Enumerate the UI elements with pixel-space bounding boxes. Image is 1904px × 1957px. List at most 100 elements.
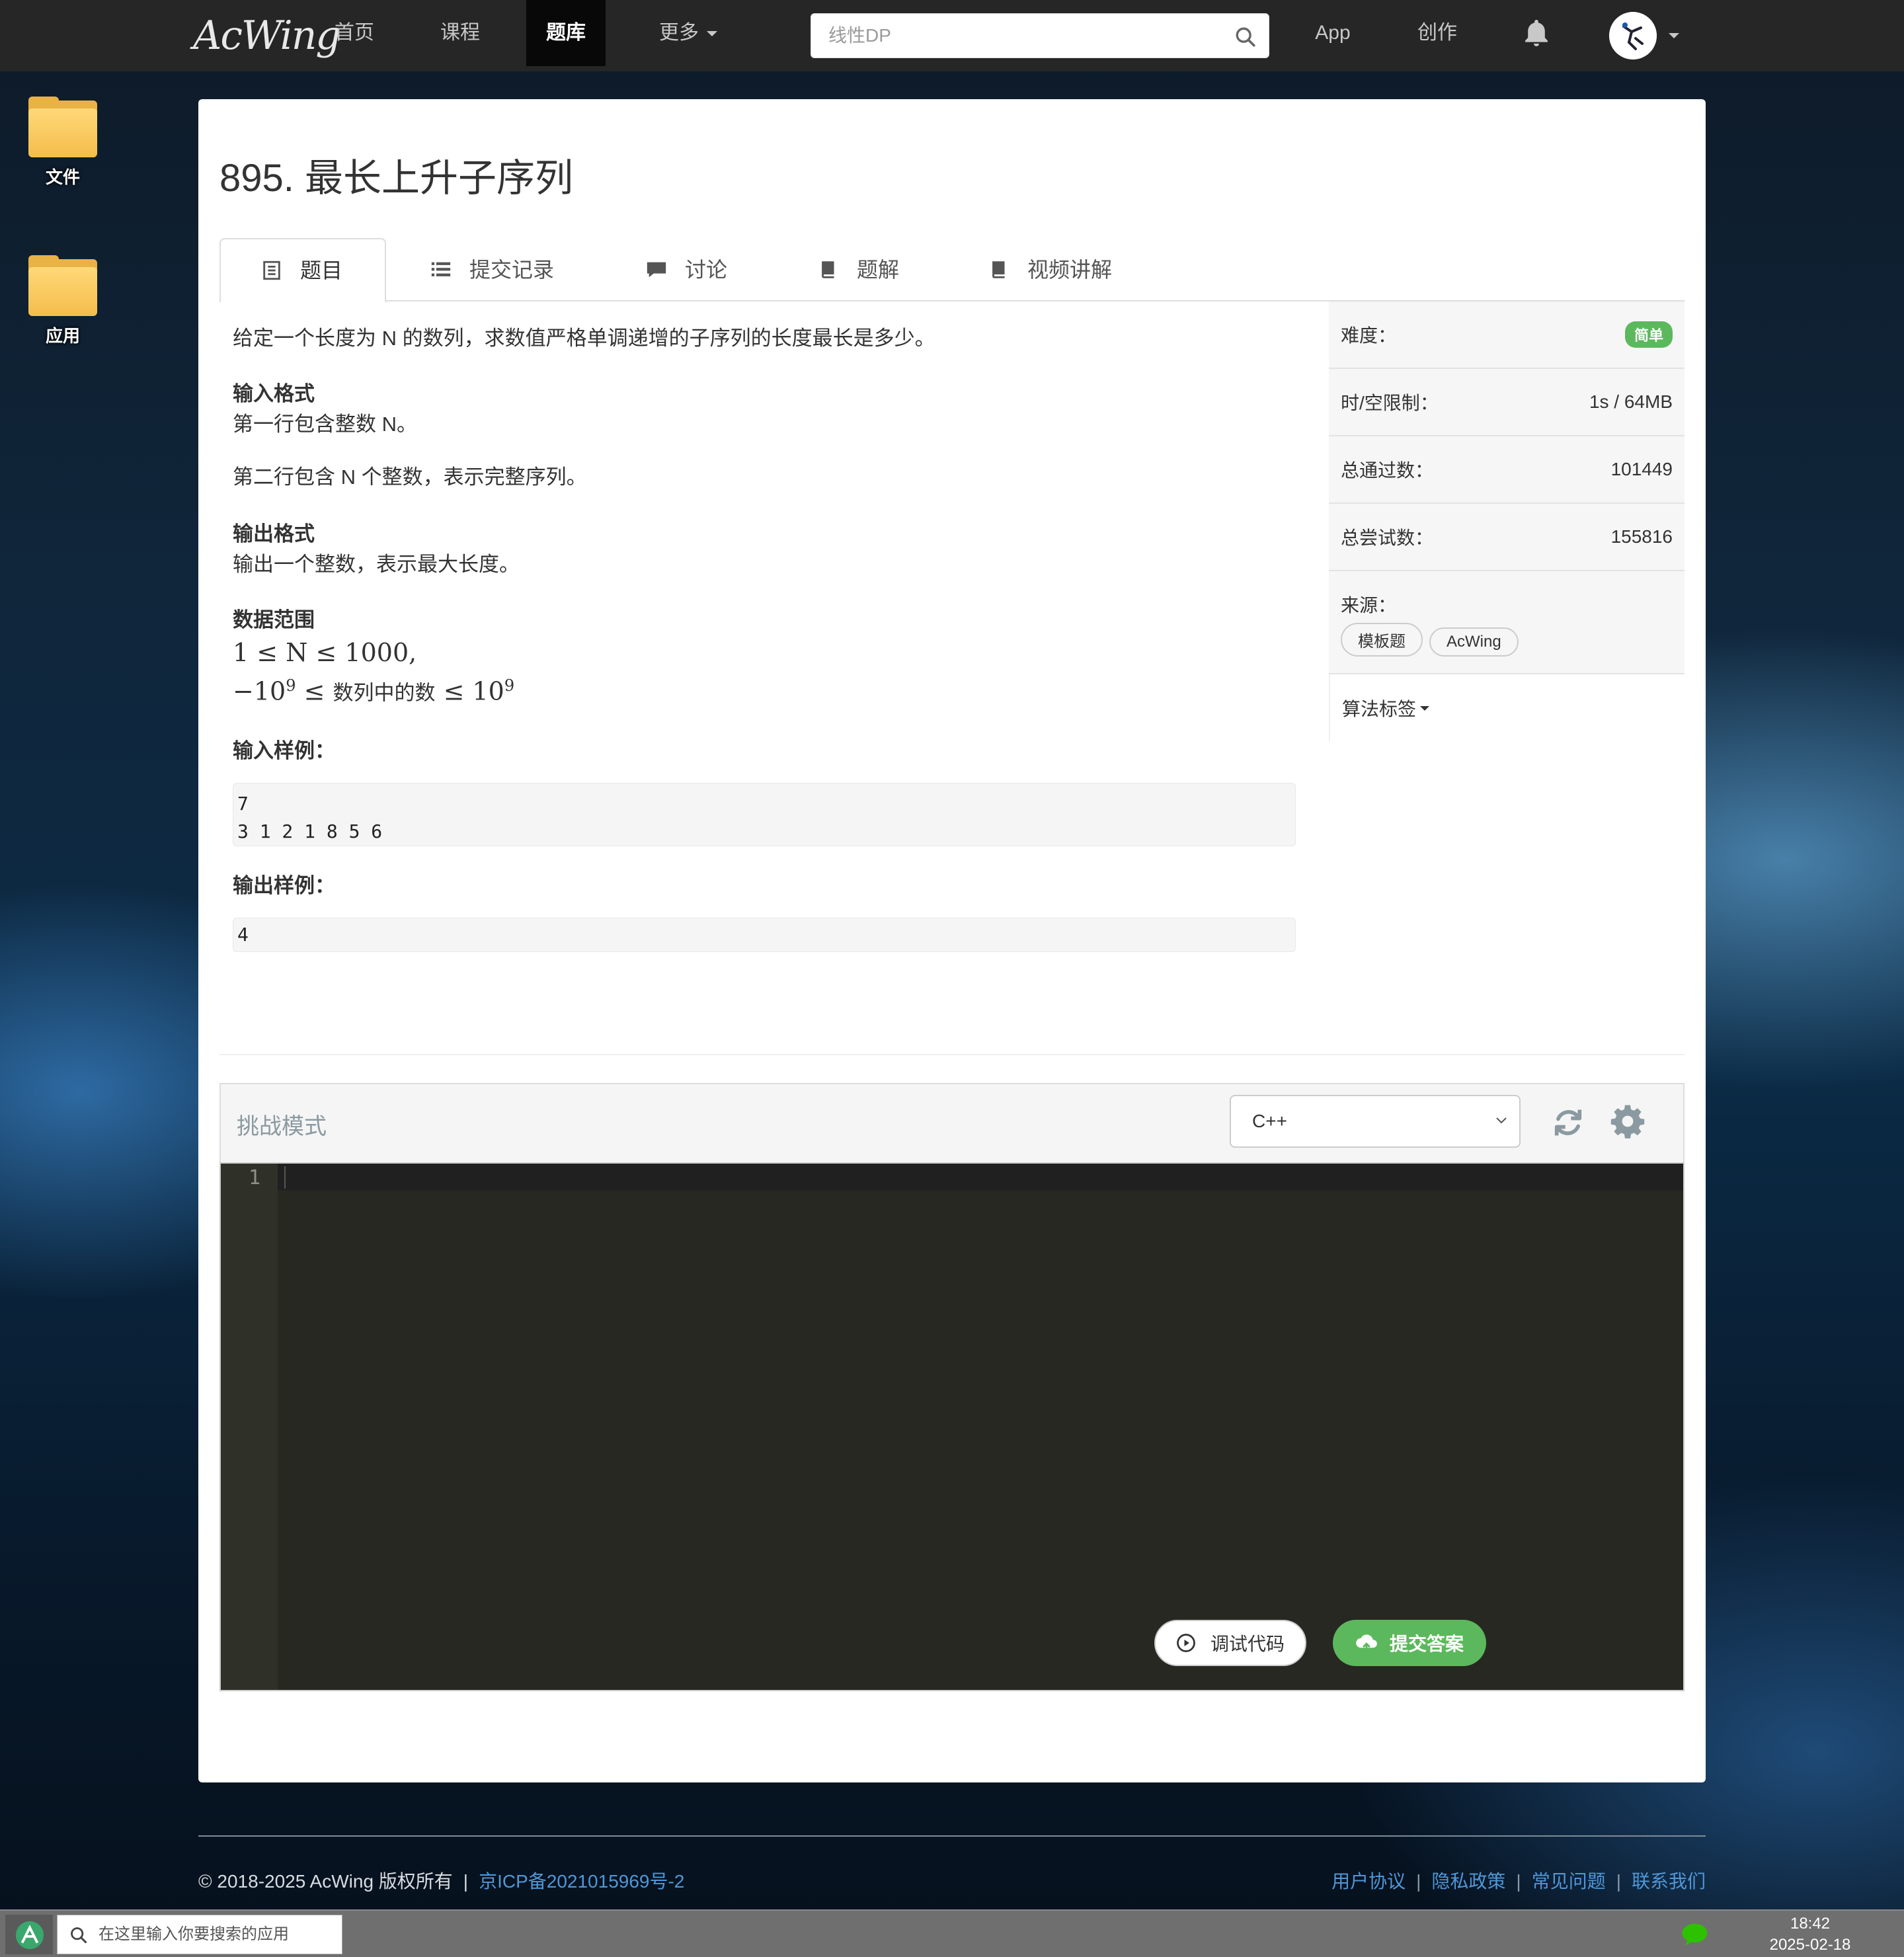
tab-label: 题解 xyxy=(857,258,900,282)
tab-label: 视频讲解 xyxy=(1027,258,1113,282)
taskbar-clock[interactable]: 18:42 2025-02-18 xyxy=(1759,1913,1862,1956)
footer-link-terms[interactable]: 用户协议 xyxy=(1331,1871,1406,1892)
language-select-value: C++ xyxy=(1252,1111,1287,1131)
text-cursor xyxy=(284,1166,286,1189)
icp-link[interactable]: 京ICP备2021015969号-2 xyxy=(479,1871,684,1892)
passed-value: 101449 xyxy=(1610,459,1673,479)
challenge-mode-label[interactable]: 挑战模式 xyxy=(237,1108,327,1140)
editor-toolbar: 挑战模式 C++ xyxy=(219,1083,1685,1162)
start-button[interactable] xyxy=(5,1915,53,1954)
input-format-line: 第一行包含整数 N。 xyxy=(233,413,417,436)
clock-time: 18:42 xyxy=(1790,1915,1831,1933)
info-row-tried: 总尝试数： 155816 xyxy=(1329,504,1685,571)
taskbar-search-placeholder: 在这里输入你要搜索的应用 xyxy=(99,1925,289,1943)
sample-input-block: 7 3 1 2 1 8 5 6 xyxy=(233,782,1296,846)
desktop-icon-label: 文件 xyxy=(45,167,80,187)
footer-links: 用户协议 | 隐私政策 | 常见问题 | 联系我们 xyxy=(1331,1871,1706,1892)
info-row-passed: 总通过数： 101449 xyxy=(1329,436,1685,504)
wechat-icon[interactable] xyxy=(1681,1923,1711,1948)
avatar-menu-chevron-icon[interactable] xyxy=(1669,33,1679,38)
info-row-source: 来源： 模板题 AcWing xyxy=(1329,571,1685,674)
tab-label: 题目 xyxy=(300,259,343,282)
algorithm-tags-label: 算法标签 xyxy=(1342,699,1417,719)
start-logo-icon xyxy=(15,1921,44,1950)
debug-code-label: 调试代码 xyxy=(1210,1634,1285,1654)
taskbar-search[interactable]: 在这里输入你要搜索的应用 xyxy=(57,1915,342,1954)
footer-divider xyxy=(198,1835,1706,1837)
input-format-line: 第二行包含 N 个整数，表示完整序列。 xyxy=(233,465,587,489)
nav-item-create[interactable]: 创作 xyxy=(1404,0,1470,66)
editor-gutter xyxy=(221,1164,278,1690)
top-navbar: AcWing 首页 课程 题库 更多 App 创作 xyxy=(0,0,1904,71)
desktop-icon-apps[interactable]: 应用 xyxy=(26,255,99,347)
search-icon xyxy=(71,1927,87,1944)
bell-icon[interactable] xyxy=(1521,17,1552,49)
output-format-text: 输出一个整数，表示最大长度。 xyxy=(233,553,520,576)
footer-link-contact[interactable]: 联系我们 xyxy=(1632,1871,1706,1892)
submit-answer-button[interactable]: 提交答案 xyxy=(1333,1620,1486,1666)
source-tag[interactable]: 模板题 xyxy=(1341,623,1423,657)
page-title: 895. 最长上升子序列 xyxy=(219,157,573,200)
footer-link-faq[interactable]: 常见问题 xyxy=(1532,1871,1606,1892)
search-icon[interactable] xyxy=(1234,26,1257,48)
problem-description: 给定一个长度为 N 的数列，求数值严格单调递增的子序列的长度最长是多少。 xyxy=(233,327,935,350)
tab-discussion[interactable]: 讨论 xyxy=(645,238,727,301)
footer-separator: | xyxy=(463,1871,469,1892)
nav-item-home[interactable]: 首页 xyxy=(321,0,387,66)
debug-code-button[interactable]: 调试代码 xyxy=(1154,1620,1306,1666)
algorithm-tags-toggle[interactable]: 算法标签 xyxy=(1329,674,1685,742)
clock-date: 2025-02-18 xyxy=(1769,1936,1851,1954)
nav-item-app[interactable]: App xyxy=(1300,0,1366,66)
avatar[interactable] xyxy=(1609,12,1657,60)
limit-label: 时/空限制： xyxy=(1341,393,1439,413)
output-format-heading: 输出格式 xyxy=(233,522,315,545)
refresh-icon[interactable] xyxy=(1551,1105,1585,1140)
folder-icon xyxy=(28,255,97,316)
desktop-icon-label: 应用 xyxy=(45,326,80,346)
nav-item-more-label: 更多 xyxy=(659,22,699,44)
problem-info-panel: 难度： 简单 时/空限制： 1s / 64MB 总通过数： 101449 总尝试… xyxy=(1329,301,1685,742)
tried-label: 总尝试数： xyxy=(1341,528,1434,548)
chevron-down-icon xyxy=(1420,705,1430,711)
taskbar: 在这里输入你要搜索的应用 18:42 2025-02-18 xyxy=(0,1909,1904,1957)
difficulty-label: 难度： xyxy=(1341,325,1397,346)
sample-output-heading: 输出样例： xyxy=(233,873,335,897)
book-icon xyxy=(992,261,1005,278)
gear-icon[interactable] xyxy=(1609,1103,1646,1140)
nav-item-courses[interactable]: 课程 xyxy=(427,0,493,66)
desktop-icon-files[interactable]: 文件 xyxy=(26,97,99,188)
search-input[interactable] xyxy=(811,14,1221,58)
tab-problem[interactable]: 题目 xyxy=(219,238,386,303)
comment-icon xyxy=(647,262,666,278)
section-divider xyxy=(219,1054,1685,1055)
passed-label: 总通过数： xyxy=(1341,460,1434,481)
nav-item-more[interactable]: 更多 xyxy=(639,0,738,66)
chevron-down-icon xyxy=(707,31,717,37)
chevron-down-icon xyxy=(1496,1117,1507,1124)
tried-value: 155816 xyxy=(1610,526,1673,547)
acwing-logo[interactable]: AcWing xyxy=(193,9,341,62)
difficulty-badge: 简单 xyxy=(1624,321,1673,348)
footer-link-privacy[interactable]: 隐私政策 xyxy=(1431,1871,1505,1892)
book-icon xyxy=(822,261,834,278)
limit-value: 1s / 64MB xyxy=(1589,391,1673,412)
data-range-line: 1 ≤ N ≤ 1000, xyxy=(233,638,417,667)
data-range-line: −109 ≤ 数列中的数 ≤ 109 xyxy=(233,676,515,706)
code-editor[interactable]: 1 xyxy=(219,1162,1685,1691)
list-icon xyxy=(431,262,451,276)
source-tag[interactable]: AcWing xyxy=(1429,627,1519,657)
nav-item-problems[interactable]: 题库 xyxy=(526,0,606,66)
active-line-highlight xyxy=(278,1164,1683,1190)
tab-solutions[interactable]: 题解 xyxy=(817,238,899,301)
cloud-upload-icon xyxy=(1356,1634,1377,1652)
tab-video[interactable]: 视频讲解 xyxy=(988,238,1112,301)
submit-answer-label: 提交答案 xyxy=(1389,1634,1464,1654)
sample-input-heading: 输入样例： xyxy=(233,739,335,762)
language-select[interactable]: C++ xyxy=(1230,1095,1521,1148)
avatar-image-icon xyxy=(1609,12,1657,60)
input-format-heading: 输入格式 xyxy=(233,382,315,405)
problem-statement: 给定一个长度为 N 的数列，求数值严格单调递增的子序列的长度最长是多少。 输入格… xyxy=(233,324,1296,952)
tab-submissions[interactable]: 提交记录 xyxy=(430,238,554,301)
line-number: 1 xyxy=(248,1166,260,1189)
info-row-difficulty: 难度： 简单 xyxy=(1329,301,1685,369)
